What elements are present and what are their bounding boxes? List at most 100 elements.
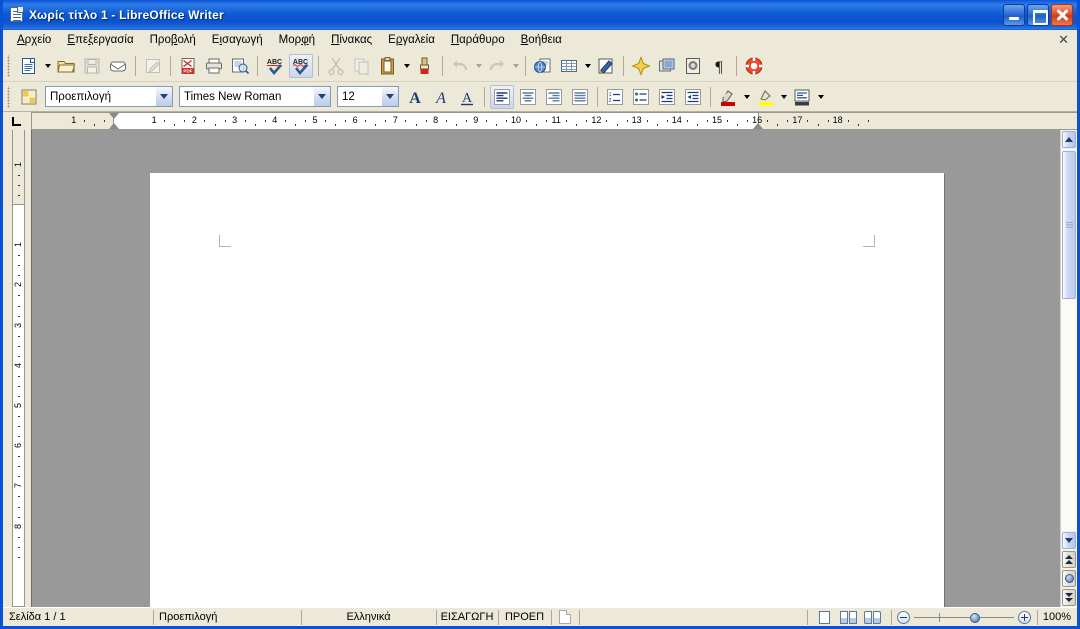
close-document-button[interactable]: ✕ bbox=[1058, 32, 1069, 48]
menu-help[interactable]: Βοήθεια bbox=[513, 32, 570, 48]
unmodified-document-icon[interactable] bbox=[551, 608, 579, 627]
single-page-view-button[interactable] bbox=[814, 609, 836, 625]
previous-page-icon[interactable] bbox=[1062, 551, 1076, 568]
insert-image-icon[interactable] bbox=[681, 54, 705, 78]
underline-icon[interactable]: A bbox=[455, 85, 479, 109]
ordered-list-icon[interactable]: 1 2 bbox=[603, 85, 627, 109]
scrollbar-track[interactable] bbox=[1061, 149, 1077, 531]
insert-special-icon[interactable] bbox=[629, 54, 653, 78]
export-pdf-icon[interactable]: PDF bbox=[176, 54, 200, 78]
navigation-icon[interactable] bbox=[1062, 570, 1076, 587]
menu-insert[interactable]: Εισαγωγή bbox=[204, 32, 271, 48]
increase-indent-icon[interactable] bbox=[681, 85, 705, 109]
zoom-out-icon[interactable] bbox=[896, 610, 910, 624]
gallery-icon[interactable] bbox=[655, 54, 679, 78]
scroll-down-icon[interactable] bbox=[1062, 532, 1076, 549]
paragraph-background-dropdown[interactable] bbox=[815, 85, 826, 109]
book-view-button[interactable] bbox=[862, 609, 884, 625]
status-selection-mode[interactable]: ΠΡΟΕΠ bbox=[498, 608, 551, 627]
ruler-number: 10 bbox=[510, 115, 522, 125]
zoom-slider[interactable] bbox=[913, 611, 1014, 624]
font-size-dropdown-arrow[interactable] bbox=[381, 87, 398, 106]
zoom-value[interactable]: 100% bbox=[1036, 608, 1077, 627]
toolbar-grip[interactable] bbox=[6, 54, 13, 77]
redo-icon[interactable] bbox=[485, 54, 509, 78]
next-page-icon[interactable] bbox=[1062, 589, 1076, 606]
minimize-button[interactable] bbox=[1003, 4, 1025, 26]
multi-page-view-button[interactable] bbox=[838, 609, 860, 625]
unordered-list-icon[interactable] bbox=[629, 85, 653, 109]
paragraph-style-combo[interactable]: Προεπιλογή bbox=[45, 86, 173, 107]
status-insert-mode[interactable]: ΕΙΣΑΓΩΓΗ bbox=[436, 608, 498, 627]
undo-dropdown[interactable] bbox=[473, 54, 484, 78]
clone-formatting-icon[interactable] bbox=[413, 54, 437, 78]
document-page[interactable] bbox=[150, 173, 944, 607]
email-document-icon[interactable] bbox=[106, 54, 130, 78]
print-icon[interactable] bbox=[202, 54, 226, 78]
draw-functions-icon[interactable] bbox=[594, 54, 618, 78]
autospellcheck-icon[interactable]: ABC bbox=[289, 53, 313, 78]
align-center-icon[interactable] bbox=[516, 85, 540, 109]
align-right-icon[interactable] bbox=[542, 85, 566, 109]
toolbar-grip[interactable] bbox=[6, 85, 13, 108]
vertical-ruler[interactable]: 1 1 2 3 4 5 6 7 8 bbox=[3, 130, 31, 607]
new-document-dropdown[interactable] bbox=[42, 54, 53, 78]
paragraph-background-icon[interactable] bbox=[790, 85, 814, 109]
menu-edit[interactable]: Επεξεργασία bbox=[59, 32, 141, 48]
ruler-tick bbox=[18, 375, 20, 377]
vertical-scrollbar[interactable] bbox=[1060, 130, 1077, 607]
help-icon[interactable] bbox=[742, 54, 766, 78]
insert-table-icon[interactable] bbox=[557, 54, 581, 78]
open-document-icon[interactable] bbox=[54, 54, 78, 78]
bold-icon[interactable]: A bbox=[403, 85, 427, 109]
menu-file[interactable]: Αρχείο bbox=[9, 32, 59, 48]
window-title: Χωρίς τίτλο 1 - LibreOffice Writer bbox=[29, 8, 224, 22]
italic-icon[interactable]: A bbox=[429, 85, 453, 109]
horizontal-ruler[interactable]: 1 1 2 3 4 5 6 7 8 9 10 11 12 13 14 15 16 17 18 bbox=[31, 112, 1077, 130]
menu-view[interactable]: Προβολή bbox=[142, 32, 204, 48]
highlight-color-dropdown[interactable] bbox=[778, 85, 789, 109]
scroll-up-icon[interactable] bbox=[1062, 131, 1076, 148]
insert-table-dropdown[interactable] bbox=[582, 54, 593, 78]
tab-stop-icon[interactable] bbox=[3, 112, 31, 130]
align-justify-icon[interactable] bbox=[568, 85, 592, 109]
menu-table[interactable]: Πίνακας bbox=[323, 32, 380, 48]
menu-format[interactable]: Μορφή bbox=[271, 32, 323, 48]
status-style[interactable]: Προεπιλογή bbox=[153, 608, 301, 627]
spelling-icon[interactable]: ABC bbox=[263, 54, 287, 78]
document-canvas[interactable] bbox=[31, 130, 1060, 607]
status-page[interactable]: Σελίδα 1 / 1 bbox=[3, 608, 153, 627]
menu-tools[interactable]: Εργαλεία bbox=[380, 32, 443, 48]
edit-mode-icon[interactable] bbox=[141, 54, 165, 78]
zoom-in-icon[interactable] bbox=[1017, 610, 1031, 624]
font-color-dropdown[interactable] bbox=[741, 85, 752, 109]
decrease-indent-icon[interactable] bbox=[655, 85, 679, 109]
copy-icon[interactable] bbox=[350, 54, 374, 78]
font-name-dropdown-arrow[interactable] bbox=[313, 87, 330, 106]
left-indent-marker[interactable] bbox=[109, 123, 119, 129]
new-document-icon[interactable] bbox=[17, 54, 41, 78]
scrollbar-thumb[interactable] bbox=[1062, 151, 1076, 299]
first-line-indent-marker[interactable] bbox=[109, 113, 119, 119]
maximize-button[interactable] bbox=[1027, 4, 1049, 26]
font-name-combo[interactable]: Times New Roman bbox=[179, 86, 331, 107]
redo-dropdown[interactable] bbox=[510, 54, 521, 78]
paragraph-styles-icon[interactable] bbox=[17, 85, 41, 109]
menu-window[interactable]: Παράθυρο bbox=[443, 32, 513, 48]
status-language[interactable]: Ελληνικά bbox=[301, 608, 436, 627]
align-left-icon[interactable] bbox=[490, 84, 514, 109]
hyperlink-icon[interactable] bbox=[531, 54, 555, 78]
highlight-color-icon[interactable] bbox=[753, 85, 777, 109]
print-preview-icon[interactable] bbox=[228, 54, 252, 78]
ruler-number: 9 bbox=[473, 115, 479, 125]
paste-dropdown[interactable] bbox=[401, 54, 412, 78]
save-document-icon[interactable] bbox=[80, 54, 104, 78]
font-size-combo[interactable]: 12 bbox=[337, 86, 399, 107]
formatting-marks-icon[interactable]: ¶ bbox=[707, 54, 731, 78]
close-button[interactable] bbox=[1051, 4, 1073, 26]
cut-icon[interactable] bbox=[324, 54, 348, 78]
paragraph-style-dropdown-arrow[interactable] bbox=[155, 87, 172, 106]
undo-icon[interactable] bbox=[448, 54, 472, 78]
paste-icon[interactable] bbox=[376, 54, 400, 78]
font-color-icon[interactable] bbox=[716, 85, 740, 109]
